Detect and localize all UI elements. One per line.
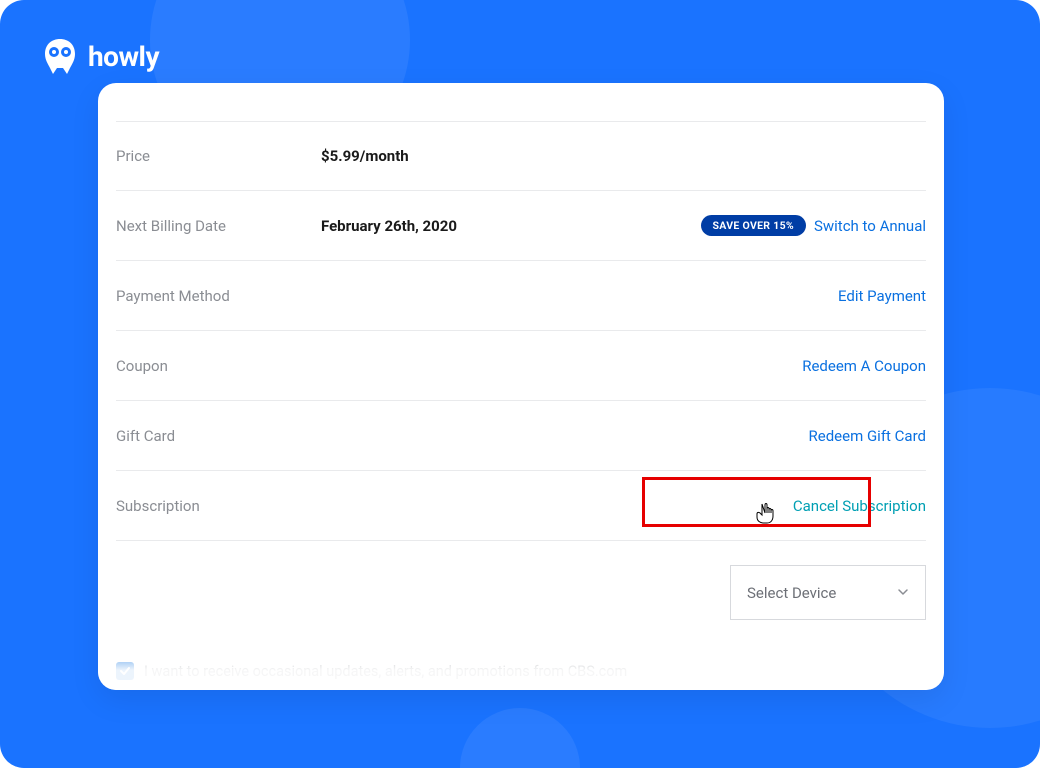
consent-text: I want to receive occasional updates, al… <box>144 663 627 680</box>
gift-card-label: Gift Card <box>116 427 321 445</box>
coupon-label: Coupon <box>116 357 321 375</box>
device-select-placeholder: Select Device <box>747 584 836 602</box>
subscription-label: Subscription <box>116 497 321 515</box>
brand-name: howly <box>88 40 159 73</box>
save-badge: SAVE OVER 15% <box>701 215 806 236</box>
chevron-down-icon <box>897 584 909 602</box>
next-billing-value: February 26th, 2020 <box>321 217 701 235</box>
payment-method-label: Payment Method <box>116 287 321 305</box>
row-subscription: Subscription Cancel Subscription <box>116 471 926 541</box>
consent-checkbox[interactable] <box>116 662 134 680</box>
redeem-gift-card-link[interactable]: Redeem Gift Card <box>809 427 926 445</box>
brand-logo: howly <box>40 36 159 76</box>
row-payment-method: Payment Method Edit Payment <box>116 261 926 331</box>
page-frame: howly Price $5.99/month Next Billing Dat… <box>0 0 1040 768</box>
next-billing-label: Next Billing Date <box>116 217 321 235</box>
decorative-circle <box>460 708 580 768</box>
owl-icon <box>40 36 80 76</box>
row-next-billing: Next Billing Date February 26th, 2020 SA… <box>116 191 926 261</box>
settings-panel: Price $5.99/month Next Billing Date Febr… <box>98 83 944 690</box>
switch-to-annual-link[interactable]: Switch to Annual <box>814 217 926 235</box>
price-value: $5.99/month <box>321 147 926 165</box>
consent-row: I want to receive occasional updates, al… <box>98 648 944 690</box>
price-label: Price <box>116 147 321 165</box>
row-price: Price $5.99/month <box>116 121 926 191</box>
redeem-coupon-link[interactable]: Redeem A Coupon <box>802 357 926 375</box>
cancel-subscription-link[interactable]: Cancel Subscription <box>793 497 926 515</box>
edit-payment-link[interactable]: Edit Payment <box>838 287 926 305</box>
row-gift-card: Gift Card Redeem Gift Card <box>116 401 926 471</box>
device-select[interactable]: Select Device <box>730 565 926 620</box>
row-coupon: Coupon Redeem A Coupon <box>116 331 926 401</box>
